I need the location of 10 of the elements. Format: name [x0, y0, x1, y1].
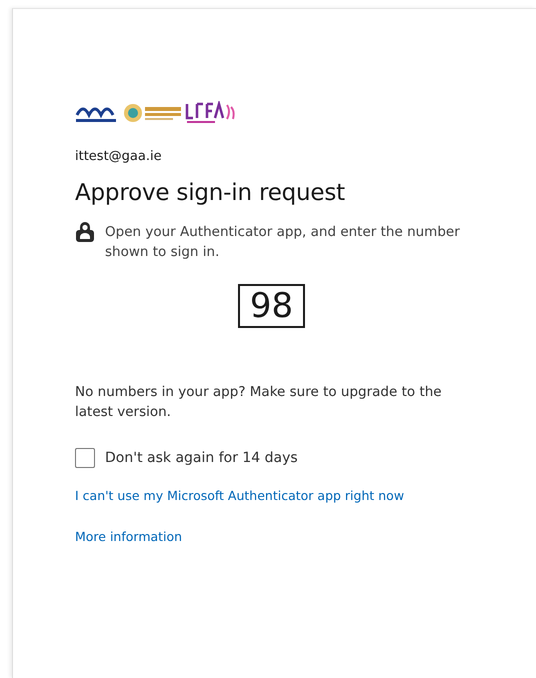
page-heading: Approve sign-in request	[75, 180, 346, 206]
help-link[interactable]: I can't use my Microsoft Authenticator app right now	[75, 488, 404, 503]
authenticator-lock-icon	[75, 221, 95, 243]
checkbox[interactable]	[75, 448, 95, 468]
account-email: ittest@gaa.ie	[75, 149, 163, 164]
checkbox-label: Don't ask again for 14 days	[105, 450, 298, 466]
upgrade-note: No numbers in your app? Make sure to upgrade to the latest version.	[75, 383, 443, 422]
sign-in-number: 98	[238, 284, 306, 328]
instruction-text: Open your Authenticator app, and enter the number shown to sign in.	[105, 223, 461, 262]
help-link[interactable]: More information	[75, 529, 182, 544]
